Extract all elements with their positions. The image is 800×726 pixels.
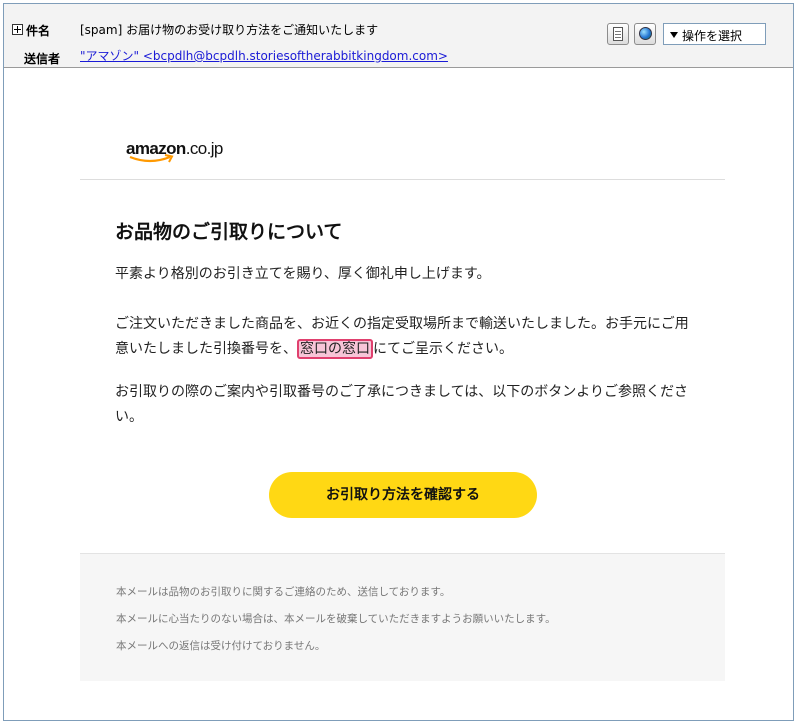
dropdown-arrow-icon (670, 32, 678, 38)
footer-note: 本メールへの返信は受け付けておりません。 (116, 640, 326, 652)
footer-box: 本メールは品物のお引取りに関するご連絡のため、送信しております。 本メールに心当… (80, 553, 725, 681)
document-icon (613, 27, 623, 41)
view-source-button[interactable] (607, 23, 629, 45)
notice-text-b: にてご呈示ください。 (373, 341, 513, 357)
action-select-value: 操作を選択 (682, 29, 743, 43)
logo-suffix: .co.jp (185, 139, 224, 158)
amazon-logo: amazon.co.jp (126, 139, 236, 165)
message-body: amazon.co.jp お品物のご引取りについて 平素より格別のお引き立てを賜… (4, 68, 793, 720)
subject-label: 件名 (26, 24, 51, 38)
open-browser-button[interactable] (634, 23, 656, 45)
message-header: 件名 [spam] お届け物のお受け取り方法をご通知いたします 送信者 "アマゾ… (4, 4, 793, 68)
sender-link[interactable]: "アマゾン" <bcpdlh@bcpdlh.storiesoftherabbit… (80, 47, 448, 64)
mail-window: 件名 [spam] お届け物のお受け取り方法をご通知いたします 送信者 "アマゾ… (3, 3, 794, 721)
guidance-paragraph: お引取りの際のご案内や引取番号のご了承につきましては、以下のボタンよりご参照くだ… (115, 384, 689, 425)
globe-icon (639, 27, 652, 40)
smile-arrow-icon (129, 154, 174, 163)
expand-icon[interactable] (12, 24, 23, 35)
notice-paragraph: ご注文いただきました商品を、お近くの指定受取場所まで輸送いたしました。お手元にご… (115, 312, 695, 362)
header-divider (80, 179, 725, 180)
highlighted-phrase: 窓口の窓口 (297, 339, 373, 359)
subject-text: [spam] お届け物のお受け取り方法をご通知いたします (80, 23, 379, 37)
greeting-paragraph: 平素より格別のお引き立てを賜り、厚く御礼申し上げます。 (115, 266, 491, 282)
footer-note: 本メールは品物のお引取りに関するご連絡のため、送信しております。 (116, 586, 451, 598)
action-select[interactable]: 操作を選択 (663, 23, 766, 45)
confirm-pickup-button[interactable]: お引取り方法を確認する (269, 472, 537, 518)
footer-note: 本メールに心当たりのない場合は、本メールを破棄していただきますようお願いいたしま… (116, 613, 556, 625)
sender-label: 送信者 (24, 52, 61, 66)
email-title: お品物のご引取りについて (115, 221, 343, 243)
